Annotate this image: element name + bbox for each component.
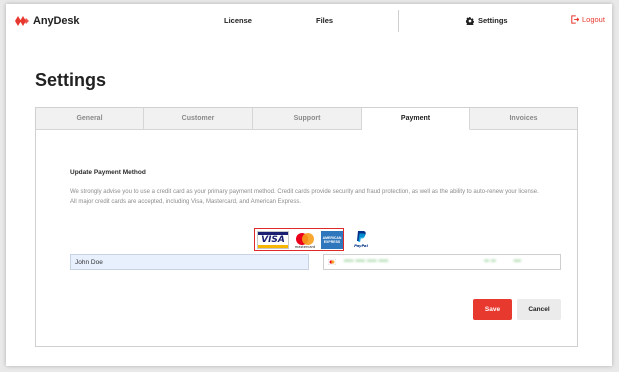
anydesk-diamond-icon	[15, 16, 29, 26]
amex-logo: AMERICAN EXPRESS	[321, 230, 343, 249]
card-brand-icon	[328, 259, 336, 265]
paypal-label: PayPal	[354, 243, 369, 248]
card-cvc-masked: •••	[513, 259, 522, 265]
nav-files[interactable]: Files	[316, 16, 333, 25]
visa-logo: VISA	[257, 230, 289, 249]
cancel-button[interactable]: Cancel	[517, 299, 561, 320]
card-number-field[interactable]: •••• •••• •••• •••• •• •• •••	[323, 254, 561, 270]
top-header: AnyDesk License Files Settings Logout	[6, 4, 612, 38]
logout-label: Logout	[582, 15, 605, 24]
anydesk-logo[interactable]: AnyDesk	[15, 15, 79, 27]
save-button[interactable]: Save	[473, 299, 512, 320]
card-expiry-masked: •• ••	[484, 259, 496, 265]
page-title: Settings	[35, 70, 107, 90]
credit-card-option[interactable]: VISA mastercard AMERICAN EXPRESS	[254, 228, 344, 251]
gear-icon	[466, 16, 474, 25]
logout-icon	[571, 15, 579, 24]
app-window: AnyDesk License Files Settings Logout Se…	[6, 4, 612, 366]
mastercard-label: mastercard	[295, 245, 315, 249]
cardholder-name-input[interactable]	[70, 254, 309, 270]
settings-tabs: General Customer Support Payment Invoice…	[36, 108, 577, 130]
paypal-option[interactable]: PayPal	[352, 230, 370, 248]
nav-settings-label: Settings	[478, 16, 508, 25]
nav-settings[interactable]: Settings	[466, 16, 508, 25]
visa-label: VISA	[261, 234, 285, 245]
tab-payment[interactable]: Payment	[362, 108, 470, 130]
card-number-masked: •••• •••• •••• ••••	[344, 259, 389, 265]
nav-license[interactable]: License	[224, 16, 252, 25]
settings-panel: General Customer Support Payment Invoice…	[35, 107, 578, 347]
brand-name: AnyDesk	[33, 15, 80, 27]
mastercard-logo: mastercard	[292, 231, 318, 249]
section-title: Update Payment Method	[70, 169, 146, 176]
tab-general[interactable]: General	[36, 108, 144, 130]
logout-link[interactable]: Logout	[571, 15, 605, 24]
tab-support[interactable]: Support	[253, 108, 362, 130]
tab-invoices[interactable]: Invoices	[470, 108, 577, 130]
nav-divider	[398, 10, 399, 32]
tab-customer[interactable]: Customer	[144, 108, 253, 130]
payment-description: We strongly advise you to use a credit c…	[70, 189, 539, 205]
